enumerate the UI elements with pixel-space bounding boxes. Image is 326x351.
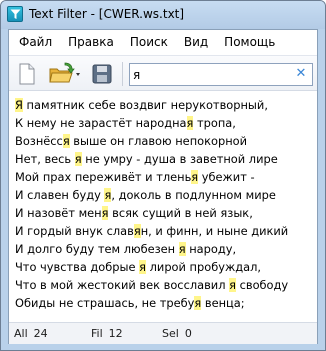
text-segment: народу, [185, 242, 237, 256]
text-line: Что чувства добрые я лирой пробуждал, [15, 258, 311, 276]
new-document-icon [15, 63, 39, 90]
match-highlight: я [74, 152, 82, 166]
text-segment: убежит - [198, 170, 255, 184]
match-highlight: я [133, 224, 141, 238]
text-segment: всяк сущий в ней язык, [108, 206, 253, 220]
status-all: All 24 [14, 327, 48, 340]
text-segment: памятник себе воздвиг нерукотворный, [22, 98, 268, 112]
text-line: К нему не зарастёт народная тропа, [15, 114, 311, 132]
status-filtered-label: Fil [91, 327, 103, 340]
text-segment: И гордый внук слав [15, 224, 134, 238]
status-filtered-value: 12 [108, 327, 123, 340]
text-segment: И назовёт мен [15, 206, 102, 220]
match-highlight: я [229, 278, 236, 292]
text-segment: Что чувства добрые [15, 260, 140, 274]
menu-file[interactable]: Файл [11, 30, 60, 55]
toolbar: ✕ [9, 55, 317, 91]
text-line: Что в мой жестокий век восславил я свобо… [15, 276, 311, 294]
status-selected: Sel 0 [162, 327, 192, 340]
text-line: И славен буду я, доколь в подлунном мире [15, 186, 311, 204]
client-area: Файл Правка Поиск Вид Помощь я ✕ Я памят… [8, 29, 318, 344]
text-segment: выше он главою непокорной [69, 134, 248, 148]
text-segment: лирой пробуждал, [146, 260, 261, 274]
text-segment: н, и финн, и ныне дикий [140, 224, 289, 238]
menu-view[interactable]: Вид [176, 30, 216, 55]
text-segment: Вознёсс [15, 134, 63, 148]
text-segment: Нет, весь [15, 152, 75, 166]
status-filtered: Fil 12 [91, 327, 123, 340]
match-highlight: я [62, 134, 70, 148]
text-line: Обиды не страшась, не требуя венца; [15, 294, 311, 312]
window-title: Text Filter - [CWER.ws.txt] [29, 7, 185, 21]
save-disk-icon [89, 64, 115, 90]
status-bar: All 24 Fil 12 Sel 0 [9, 322, 317, 344]
text-line: Вознёсся выше он главою непокорной [15, 132, 311, 150]
text-segment: тропа, [193, 116, 236, 130]
text-line: Нет, весь я не умру - душа в заветной ли… [15, 150, 311, 168]
save-button[interactable] [89, 61, 115, 87]
search-input[interactable] [133, 66, 288, 83]
menu-search[interactable]: Поиск [122, 30, 176, 55]
text-segment: не умру - душа в заветной лире [81, 152, 278, 166]
app-window: Text Filter - [CWER.ws.txt] Файл Правка … [0, 0, 326, 351]
menu-help[interactable]: Помощь [216, 30, 283, 55]
text-segment: венца; [201, 296, 245, 310]
status-all-label: All [14, 327, 28, 340]
text-segment: Мой прах переживёт и тлень [15, 170, 192, 184]
funnel-icon [7, 6, 23, 22]
status-selected-value: 0 [184, 327, 192, 340]
text-segment: Обиды не страшась, не требу [15, 296, 195, 310]
text-line: И назовёт меня всяк сущий в ней язык, [15, 204, 311, 222]
toolbar-separator [122, 62, 123, 86]
open-button[interactable] [47, 61, 81, 87]
status-selected-label: Sel [162, 327, 179, 340]
match-highlight: я [139, 260, 147, 274]
menu-bar: Файл Правка Поиск Вид Помощь [9, 30, 317, 55]
search-box: ✕ [129, 63, 313, 86]
title-bar[interactable]: Text Filter - [CWER.ws.txt] [1, 1, 325, 29]
text-view[interactable]: Я памятник себе воздвиг нерукотворный, К … [9, 92, 317, 322]
new-button[interactable] [15, 61, 39, 87]
text-segment: свободу [235, 278, 289, 292]
text-segment: И долго буду тем любезен [15, 242, 179, 256]
text-line: Я памятник себе воздвиг нерукотворный, [15, 96, 311, 114]
close-icon[interactable]: ✕ [294, 67, 308, 81]
match-highlight: я [178, 242, 186, 256]
text-segment: Что в мой жестокий век восславил [15, 278, 230, 292]
text-segment: К нему не зарастёт народна [15, 116, 187, 130]
text-line: И долго буду тем любезен я народу, [15, 240, 311, 258]
match-highlight: Я [15, 98, 23, 112]
text-segment: , доколь в подлунном мире [111, 188, 276, 202]
text-segment: И славен буду [15, 188, 105, 202]
status-all-value: 24 [33, 327, 48, 340]
menu-edit[interactable]: Правка [60, 30, 122, 55]
text-line: Мой прах переживёт и тленья убежит - [15, 168, 311, 186]
text-line: И гордый внук славян, и финн, и ныне дик… [15, 222, 311, 240]
open-folder-icon [47, 62, 81, 90]
